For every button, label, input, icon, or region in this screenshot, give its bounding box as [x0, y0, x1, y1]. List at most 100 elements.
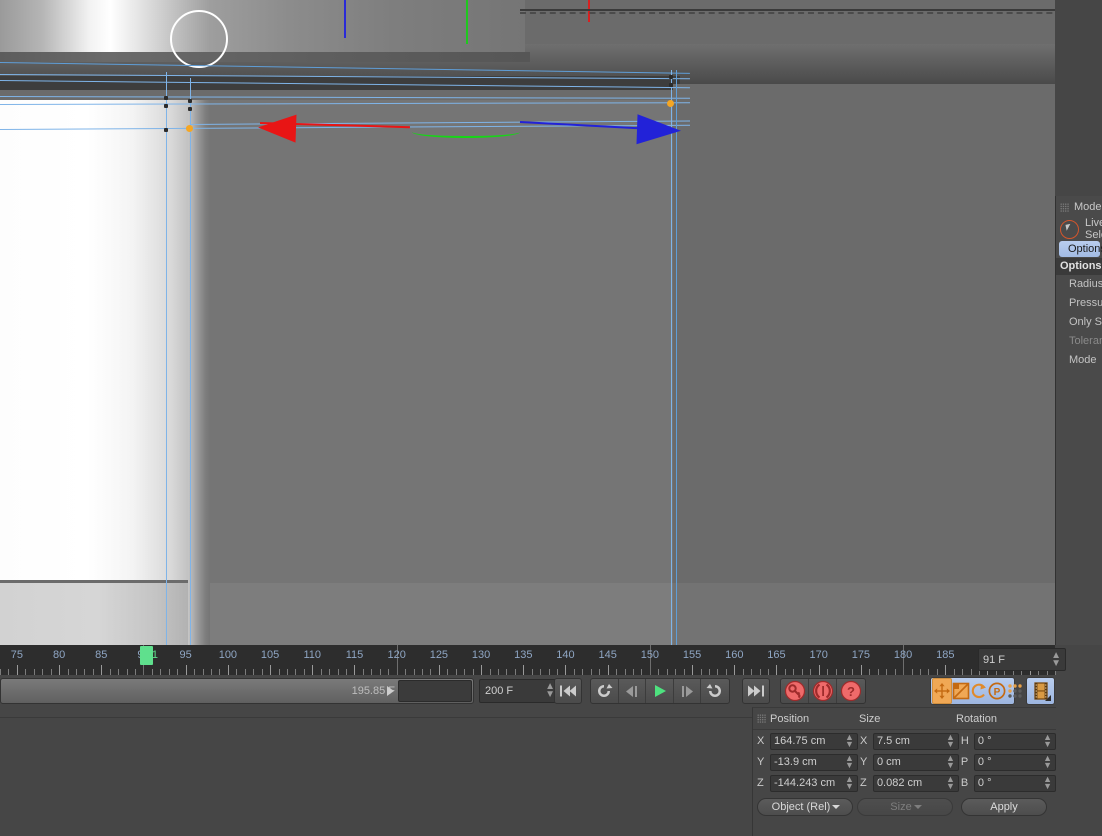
- ruler-tick-major: [270, 665, 272, 675]
- drag-grip-icon[interactable]: [1060, 202, 1069, 212]
- coordinate-mode-dropdown[interactable]: Object (Rel): [757, 798, 853, 816]
- play-button[interactable]: [646, 679, 674, 703]
- gizmo-y-axis-arc[interactable]: [412, 126, 520, 138]
- vertex-point[interactable]: [164, 128, 168, 132]
- film-strip-cell[interactable]: [1028, 679, 1053, 703]
- vertex-point[interactable]: [669, 75, 673, 79]
- vertex-point[interactable]: [188, 107, 192, 111]
- size-y-spinner-icon[interactable]: ▲ ▼: [946, 754, 955, 770]
- step-back-button[interactable]: [619, 679, 647, 703]
- play-icon: [654, 685, 666, 697]
- attr-pressure[interactable]: Pressure: [1056, 294, 1102, 313]
- ruler-label-100: 100: [218, 649, 238, 661]
- timeline-scrubber[interactable]: 195.85 F: [0, 678, 474, 704]
- attr-only-select-visible[interactable]: Only Select Visible Elements: [1056, 313, 1102, 332]
- scrubber-knob[interactable]: [398, 680, 472, 702]
- rotation-column-header: Rotation: [956, 712, 997, 725]
- playhead-marker[interactable]: [139, 646, 153, 665]
- step-forward-button[interactable]: [674, 679, 702, 703]
- perspective-viewport[interactable]: [0, 0, 1055, 645]
- coordinate-drag-grip-icon[interactable]: [757, 714, 766, 723]
- rotation-b-field[interactable]: 0 ° ▲ ▼: [973, 774, 1056, 792]
- background-plane-right: [673, 84, 1055, 645]
- autokey-button[interactable]: [809, 679, 837, 703]
- next-key-button[interactable]: [701, 679, 729, 703]
- apply-button[interactable]: Apply: [961, 798, 1047, 816]
- bottom-separator: [0, 717, 752, 718]
- tab-options[interactable]: Options: [1059, 241, 1102, 257]
- svg-text:?: ?: [847, 684, 855, 699]
- previous-key-button[interactable]: [591, 679, 619, 703]
- attr-mode[interactable]: Mode: [1056, 351, 1102, 370]
- rotation-h-label: H: [960, 735, 969, 747]
- vertex-point[interactable]: [669, 83, 673, 87]
- vertex-point[interactable]: [188, 99, 192, 103]
- ruler-label-170: 170: [809, 649, 828, 661]
- size-z-field[interactable]: 0.082 cm ▲ ▼: [872, 774, 959, 792]
- rotation-h-field[interactable]: 0 ° ▲ ▼: [973, 732, 1056, 750]
- size-x-field[interactable]: 7.5 cm ▲ ▼: [872, 732, 959, 750]
- rotation-b-spinner-icon[interactable]: ▲ ▼: [1043, 775, 1052, 791]
- ruler-label-180: 180: [893, 649, 913, 661]
- y-axis-tick: [466, 0, 468, 44]
- timeline-view-button[interactable]: [1026, 677, 1055, 705]
- rotation-h-spinner-icon[interactable]: ▲ ▼: [1043, 733, 1052, 749]
- size-y-label: Y: [859, 756, 868, 768]
- vertex-point[interactable]: [164, 96, 168, 100]
- wire-vert-right-b: [676, 70, 677, 645]
- end-frame-field[interactable]: 200 F ▲ ▼: [479, 679, 561, 703]
- go-to-start-button[interactable]: [554, 678, 582, 704]
- vertex-point[interactable]: [164, 104, 168, 108]
- far-object-edge: [520, 9, 1055, 11]
- size-mode-dropdown: Size: [857, 798, 953, 816]
- position-key-toggle[interactable]: [932, 678, 952, 704]
- scale-key-toggle[interactable]: [952, 679, 970, 703]
- rotation-key-toggle[interactable]: [970, 679, 988, 703]
- ruler-tick-major: [607, 665, 609, 675]
- ruler-label-145: 145: [598, 649, 617, 661]
- position-z-field[interactable]: -144.243 cm ▲ ▼: [770, 774, 858, 792]
- pla-key-toggle[interactable]: [1006, 679, 1024, 703]
- size-x-value: 7.5 cm: [876, 735, 910, 747]
- x-axis-tick: [588, 0, 590, 22]
- ruler-tick-major: [523, 665, 525, 675]
- svg-text:P: P: [994, 687, 1001, 698]
- mode-menu-label[interactable]: Mode: [1074, 201, 1102, 213]
- attr-radius[interactable]: Radius: [1056, 275, 1102, 294]
- end-frame-value: 200 F: [485, 685, 514, 697]
- position-y-field[interactable]: -13.9 cm ▲ ▼: [770, 753, 858, 771]
- ruler-label-105: 105: [260, 649, 280, 661]
- gizmo-z-axis-arrow[interactable]: [636, 114, 682, 146]
- rotation-p-spinner-icon[interactable]: ▲ ▼: [1043, 754, 1052, 770]
- size-z-spinner-icon[interactable]: ▲ ▼: [946, 775, 955, 791]
- go-to-end-button[interactable]: [742, 678, 770, 704]
- keyframe-button-group: ?: [780, 678, 866, 704]
- size-x-spinner-icon[interactable]: ▲ ▼: [946, 733, 955, 749]
- active-tool-row[interactable]: Live Selection: [1056, 217, 1102, 241]
- chevron-down-icon: [832, 805, 841, 809]
- selected-vertex-point[interactable]: [667, 100, 674, 107]
- selected-vertex-point[interactable]: [186, 125, 193, 132]
- frame-ruler[interactable]: 7580859091951001051101151201251301351401…: [0, 645, 1056, 675]
- position-y-spinner-icon[interactable]: ▲ ▼: [845, 754, 854, 770]
- current-frame-field[interactable]: 91 F ▲ ▼: [978, 648, 1066, 671]
- ruler-label-155: 155: [682, 649, 702, 661]
- parameter-key-toggle[interactable]: P: [988, 679, 1006, 703]
- timeline-ruler[interactable]: 7580859091951001051101151201251301351401…: [0, 645, 1056, 675]
- attribute-manager-panel[interactable]: Mode Live Selection Options Options Radi…: [1055, 196, 1102, 645]
- attribute-panel-header: Mode: [1056, 196, 1102, 218]
- position-x-spinner-icon[interactable]: ▲ ▼: [845, 733, 854, 749]
- scrubber-handle-icon: [387, 686, 394, 696]
- keyframe-help-button[interactable]: ?: [837, 679, 865, 703]
- rotation-b-value: 0 °: [977, 777, 992, 789]
- position-x-field[interactable]: 164.75 cm ▲ ▼: [770, 732, 858, 750]
- coordinate-row-x: X 164.75 cm ▲ ▼ X 7.5 cm ▲ ▼ H 0 ° ▲ ▼: [753, 731, 1056, 751]
- record-key-button[interactable]: [781, 679, 809, 703]
- gizmo-x-axis-arrow[interactable]: [257, 113, 297, 143]
- frame-spinner-icon[interactable]: ▲ ▼: [1051, 650, 1061, 668]
- size-y-field[interactable]: 0 cm ▲ ▼: [872, 753, 959, 771]
- question-icon: ?: [840, 680, 862, 702]
- rotation-p-field[interactable]: 0 ° ▲ ▼: [973, 753, 1056, 771]
- position-z-spinner-icon[interactable]: ▲ ▼: [845, 775, 854, 791]
- object-top-face-highlight: [0, 0, 525, 56]
